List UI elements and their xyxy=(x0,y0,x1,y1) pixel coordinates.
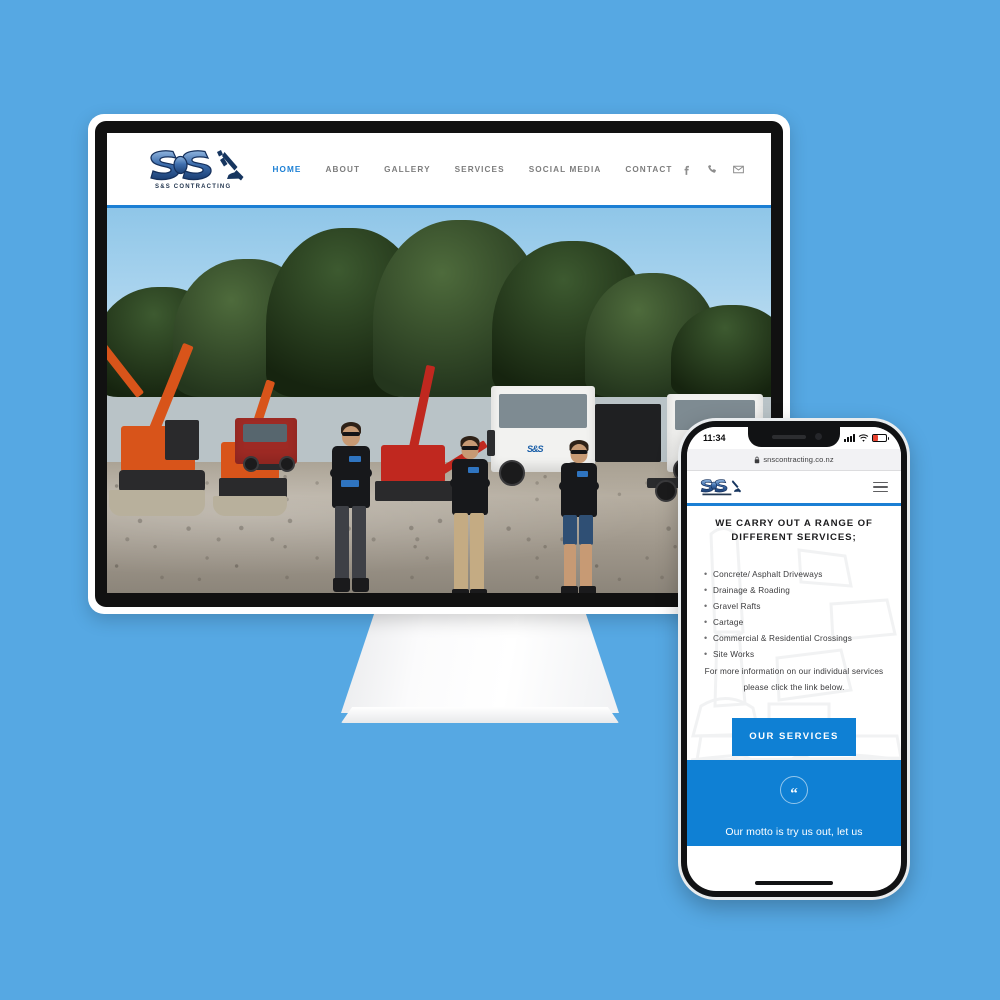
hamburger-menu-icon[interactable] xyxy=(873,481,888,493)
photo-worker-3 xyxy=(551,440,607,593)
facebook-icon[interactable] xyxy=(680,163,693,176)
header-accent-bar xyxy=(107,205,771,208)
mobile-phone: 11:34 snscontracting.co.nz WE CARRY OUT … xyxy=(678,418,910,900)
service-item: Cartage xyxy=(704,614,893,631)
photo-worker-1 xyxy=(323,422,379,593)
mobile-site-logo[interactable] xyxy=(699,478,743,497)
wifi-icon xyxy=(858,433,869,442)
email-icon[interactable] xyxy=(732,163,745,176)
status-indicators xyxy=(844,433,889,443)
monitor-stand-neck xyxy=(341,613,619,713)
services-heading: WE CARRY OUT A RANGE OF DIFFERENT SERVIC… xyxy=(715,518,873,543)
nav-item-services[interactable]: SERVICES xyxy=(455,165,505,174)
our-services-button[interactable]: OUR SERVICES xyxy=(732,717,856,756)
hero-photo: S&S S&S xyxy=(107,208,771,593)
battery-low-icon xyxy=(872,434,889,442)
service-item: Site Works xyxy=(704,646,893,663)
nav-item-contact[interactable]: CONTACT xyxy=(625,165,672,174)
lock-icon xyxy=(755,456,760,463)
mobile-site-header xyxy=(687,471,901,503)
nav-item-about[interactable]: ABOUT xyxy=(326,165,361,174)
nav-item-social-media[interactable]: SOCIAL MEDIA xyxy=(529,165,602,174)
service-item: Drainage & Roading xyxy=(704,582,893,599)
svg-text:S&S CONTRACTING: S&S CONTRACTING xyxy=(155,184,231,190)
quote-glyph: “ xyxy=(790,785,798,802)
service-item: Commercial & Residential Crossings xyxy=(704,630,893,647)
desktop-navigation: HOME ABOUT GALLERY SERVICES SOCIAL MEDIA… xyxy=(265,165,680,174)
monitor-stand-base xyxy=(341,707,619,723)
desktop-site-header: S&S CONTRACTING HOME ABOUT GALLERY SERVI… xyxy=(107,133,771,205)
phone-notch xyxy=(748,427,840,447)
header-social-links xyxy=(680,163,745,176)
home-indicator[interactable] xyxy=(755,881,833,885)
front-camera xyxy=(815,433,822,440)
cellular-signal-icon xyxy=(844,434,855,442)
services-list: Concrete/ Asphalt Driveways Drainage & R… xyxy=(695,566,893,663)
service-item: Gravel Rafts xyxy=(704,598,893,615)
desktop-website-screen: S&S CONTRACTING HOME ABOUT GALLERY SERVI… xyxy=(107,133,771,593)
nav-item-gallery[interactable]: GALLERY xyxy=(384,165,431,174)
quote-section: “ Our motto is try us out, let us xyxy=(687,759,901,846)
earpiece-speaker xyxy=(772,435,806,439)
status-time: 11:34 xyxy=(703,433,726,443)
nav-item-home[interactable]: HOME xyxy=(273,165,302,174)
photo-worker-2 xyxy=(442,436,498,593)
site-logo[interactable]: S&S CONTRACTING xyxy=(147,147,247,191)
quote-text: Our motto is try us out, let us xyxy=(725,825,863,838)
services-note: For more information on our individual s… xyxy=(704,666,884,692)
url-text: snscontracting.co.nz xyxy=(763,455,834,464)
quotation-mark-icon: “ xyxy=(780,775,808,804)
mobile-website-screen: 11:34 snscontracting.co.nz WE CARRY OUT … xyxy=(687,427,901,891)
service-item: Concrete/ Asphalt Driveways xyxy=(704,566,893,583)
phone-frame: 11:34 snscontracting.co.nz WE CARRY OUT … xyxy=(681,421,907,897)
services-section: WE CARRY OUT A RANGE OF DIFFERENT SERVIC… xyxy=(687,506,901,760)
browser-address-bar[interactable]: snscontracting.co.nz xyxy=(687,449,901,471)
phone-icon[interactable] xyxy=(706,163,719,176)
